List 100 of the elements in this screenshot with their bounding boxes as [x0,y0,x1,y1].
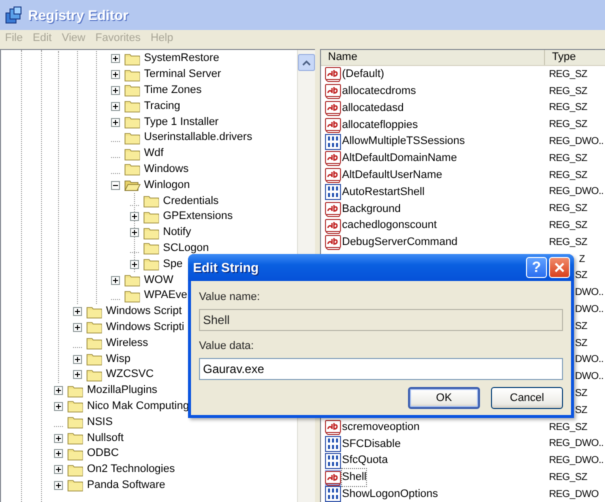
expand-toggle[interactable] [111,86,120,95]
tree-item[interactable]: Type 1 Installer [144,116,219,128]
folder-icon [67,415,84,430]
expand-toggle[interactable] [130,228,139,238]
expand-toggle[interactable] [54,449,63,458]
value-name[interactable]: AutoRestartShell [342,184,425,200]
value-type: REG_SZ [549,101,588,116]
tree-item[interactable]: SystemRestore [144,53,220,64]
value-name[interactable]: AltDefaultDomainName [342,150,457,167]
tree-item[interactable]: Notify [163,227,192,238]
value-name[interactable]: AltDefaultUserName [342,166,442,184]
dialog-title: Edit String [193,258,260,277]
expand-toggle[interactable] [73,307,82,316]
tree-item[interactable]: Time Zones [144,84,202,96]
folder-icon [124,130,141,145]
tree-item[interactable]: Panda Software [87,480,166,491]
tree-item[interactable]: Wireless [106,338,148,349]
value-name[interactable]: cachedlogonscount [342,217,437,234]
expand-toggle[interactable] [54,480,63,490]
expand-toggle[interactable] [111,118,120,127]
tree-item[interactable]: WPAEve [144,290,188,302]
value-name[interactable]: SFCDisable [342,436,401,452]
scroll-up-button[interactable] [298,54,315,71]
expand-toggle[interactable] [111,54,120,64]
tree-item[interactable]: GPExtensions [163,211,233,222]
column-header[interactable]: Type [545,50,605,65]
tree-item[interactable]: Wdf [144,148,164,160]
value-name[interactable]: Shell [342,469,366,486]
tree-item[interactable]: MozillaPlugins [87,385,158,396]
value-type: SZ [575,387,588,402]
expand-toggle[interactable] [54,386,63,396]
value-type: REG_SZ [549,219,588,234]
value-type: REG_DWO.. [549,437,604,452]
value-type: DWO.. [575,370,604,384]
value-name[interactable]: Background [342,200,401,218]
expand-toggle[interactable] [130,212,139,222]
tree-item[interactable]: On2 Technologies [87,464,175,476]
tree-item[interactable]: Wisp [106,354,130,365]
field-label: Value name: [199,292,261,303]
tree-item[interactable]: NSIS [87,416,113,428]
ok-button[interactable]: OK [408,387,480,409]
value-type: REG_SZ [549,152,588,166]
expand-toggle[interactable] [130,260,139,269]
tree-item[interactable]: Windows [144,164,189,175]
cancel-button[interactable]: Cancel [491,387,563,409]
value-name[interactable]: DebugServerCommand [342,234,458,251]
caret-icon [302,60,311,66]
tree-item[interactable]: Windows Scripti [106,322,184,333]
field-label: Value data: [199,341,255,352]
value-type: SZ [575,320,588,334]
value-name[interactable]: scremoveoption [342,418,420,436]
expand-toggle[interactable] [73,354,82,364]
value-type: REG_SZ [549,236,588,250]
tree-item[interactable]: Userinstallable.drivers [144,132,252,144]
value-name[interactable]: allocatefloppies [342,116,418,134]
expand-toggle[interactable] [111,276,120,285]
folder-icon [124,288,141,303]
registry-icon [5,6,23,24]
tree-item[interactable]: WZCSVC [106,369,154,380]
expand-toggle[interactable] [73,370,82,380]
close-button[interactable] [549,257,570,278]
value-type: REG_SZ [549,202,588,216]
tree-item[interactable]: Spe [163,258,183,270]
folder-icon [124,162,141,176]
tree-item[interactable]: Credentials [163,196,219,207]
value-type: REG_DWO.. [549,135,604,150]
window-title: Registry Editor [28,6,128,25]
expand-toggle[interactable] [73,322,82,332]
tree-item[interactable]: ODBC [87,448,119,460]
tree-item[interactable]: Nico Mak Computing [87,400,190,412]
value-type: REG_DWO.. [549,185,604,200]
tree-item[interactable]: Nullsoft [87,432,124,444]
value-name[interactable]: SfcQuota [342,452,388,469]
tree-item[interactable]: Windows Script [106,306,182,318]
tree-item[interactable]: SCLogon [163,242,209,254]
folder-icon [86,336,103,350]
collapse-toggle[interactable] [111,180,120,190]
tree-item[interactable]: Winlogon [144,180,190,191]
tree-item[interactable]: Tracing [144,100,180,112]
value-name[interactable]: AllowMultipleTSSessions [342,133,465,150]
value-type: REG_SZ [549,168,588,183]
expand-toggle[interactable] [54,465,63,474]
expand-toggle[interactable] [111,102,120,111]
tree-item[interactable]: WOW [144,274,174,286]
value-name[interactable]: allocatecdroms [342,82,416,100]
column-header[interactable]: Name [321,50,545,65]
expand-toggle[interactable] [111,70,120,80]
value-type: REG_SZ [549,68,588,82]
value-name[interactable]: (Default) [342,66,384,83]
value-name[interactable]: allocatedasd [342,100,404,116]
folder-icon [143,194,160,208]
value-type: Z [579,252,585,267]
text-field[interactable]: Gaurav.exe [199,358,563,380]
expand-toggle[interactable] [54,434,63,443]
value-type: SZ [575,336,588,351]
close-icon [554,262,565,273]
value-type: REG_DWO [549,488,599,502]
tree-item[interactable]: Terminal Server [144,69,222,80]
expand-toggle[interactable] [54,402,63,411]
value-name[interactable]: ShowLogonOptions [342,486,438,502]
